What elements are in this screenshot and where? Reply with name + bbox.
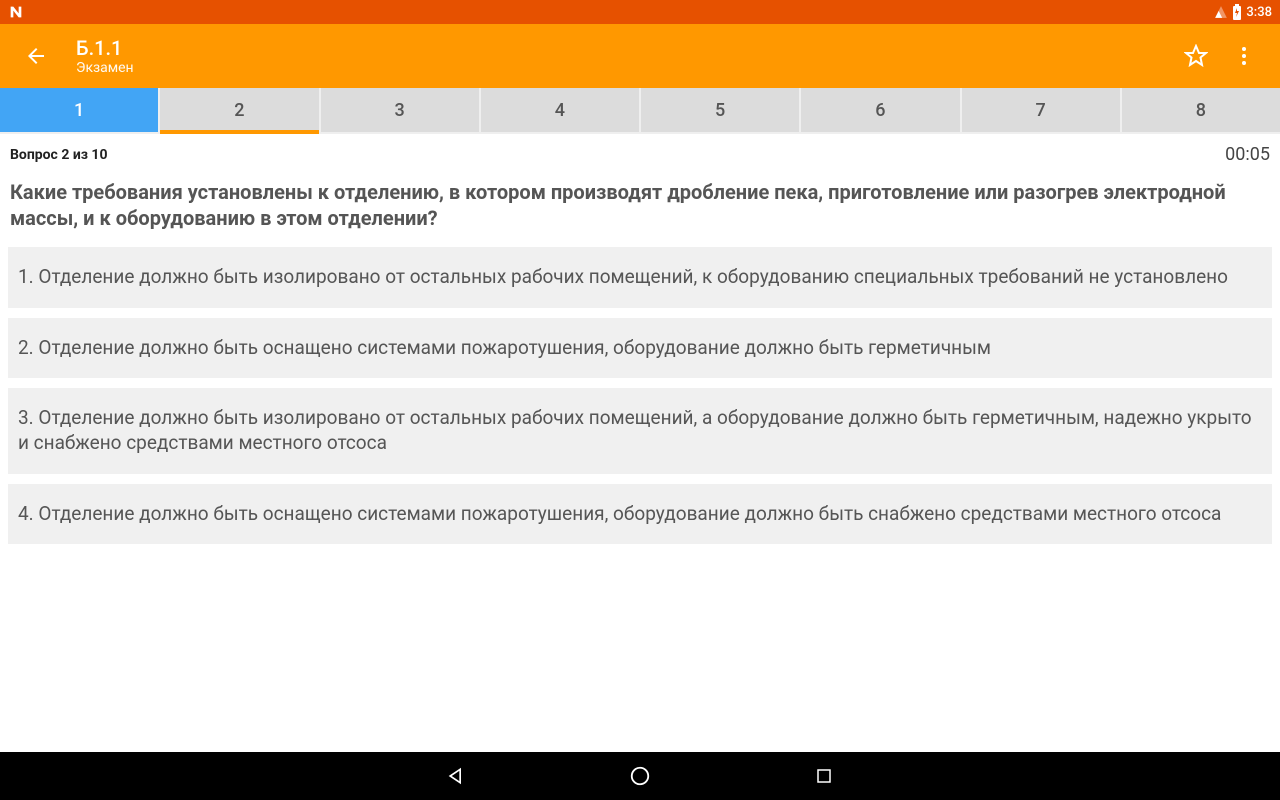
nav-recent-button[interactable]: [812, 764, 836, 788]
exam-timer: 00:05: [1225, 144, 1270, 165]
appbar-titles: Б.1.1 Экзамен: [56, 36, 1184, 77]
answer-option-3[interactable]: 3. Отделение должно быть изолировано от …: [8, 388, 1272, 473]
appbar-title: Б.1.1: [76, 36, 1184, 60]
nav-back-button[interactable]: [444, 764, 468, 788]
n-logo-icon: [8, 4, 24, 20]
tab-label: 8: [1196, 100, 1206, 121]
tab-label: 5: [715, 100, 725, 121]
tab-1[interactable]: 1: [0, 88, 158, 132]
square-recent-icon: [815, 767, 833, 785]
question-text: Какие требования установлены к отделению…: [0, 171, 1280, 247]
answer-option-4[interactable]: 4. Отделение должно быть оснащено систем…: [8, 484, 1272, 545]
battery-charging-icon: [1232, 4, 1242, 20]
status-clock: 3:38: [1246, 5, 1272, 20]
question-meta: Вопрос 2 из 10 00:05: [0, 134, 1280, 171]
status-bar: 3:38: [0, 0, 1280, 24]
star-outline-icon: [1184, 44, 1208, 68]
tab-4[interactable]: 4: [481, 88, 639, 132]
app-bar: Б.1.1 Экзамен: [0, 24, 1280, 88]
triangle-back-icon: [446, 766, 466, 786]
more-button[interactable]: [1232, 44, 1256, 68]
nav-home-button[interactable]: [628, 764, 652, 788]
answer-list: 1. Отделение должно быть изолировано от …: [0, 247, 1280, 544]
tab-label: 3: [395, 100, 405, 121]
question-counter: Вопрос 2 из 10: [10, 147, 108, 163]
tab-6[interactable]: 6: [801, 88, 959, 132]
answer-option-1[interactable]: 1. Отделение должно быть изолировано от …: [8, 247, 1272, 308]
tab-8[interactable]: 8: [1122, 88, 1280, 132]
tab-7[interactable]: 7: [962, 88, 1120, 132]
tab-2[interactable]: 2: [160, 88, 318, 132]
tab-5[interactable]: 5: [641, 88, 799, 132]
favorite-button[interactable]: [1184, 44, 1208, 68]
answer-option-2[interactable]: 2. Отделение должно быть оснащено систем…: [8, 318, 1272, 379]
circle-home-icon: [629, 765, 651, 787]
tab-label: 6: [875, 100, 885, 121]
more-vert-icon: [1232, 44, 1256, 68]
tab-label: 7: [1036, 100, 1046, 121]
tab-3[interactable]: 3: [321, 88, 479, 132]
system-nav-bar: [0, 752, 1280, 800]
arrow-back-icon: [24, 44, 48, 68]
back-button[interactable]: [16, 44, 56, 68]
tab-label: 1: [74, 100, 84, 121]
signal-icon: [1214, 5, 1228, 19]
appbar-subtitle: Экзамен: [76, 60, 1184, 77]
question-tabs: 1 2 3 4 5 6 7 8: [0, 88, 1280, 134]
tab-label: 4: [555, 100, 565, 121]
tab-label: 2: [234, 100, 244, 121]
